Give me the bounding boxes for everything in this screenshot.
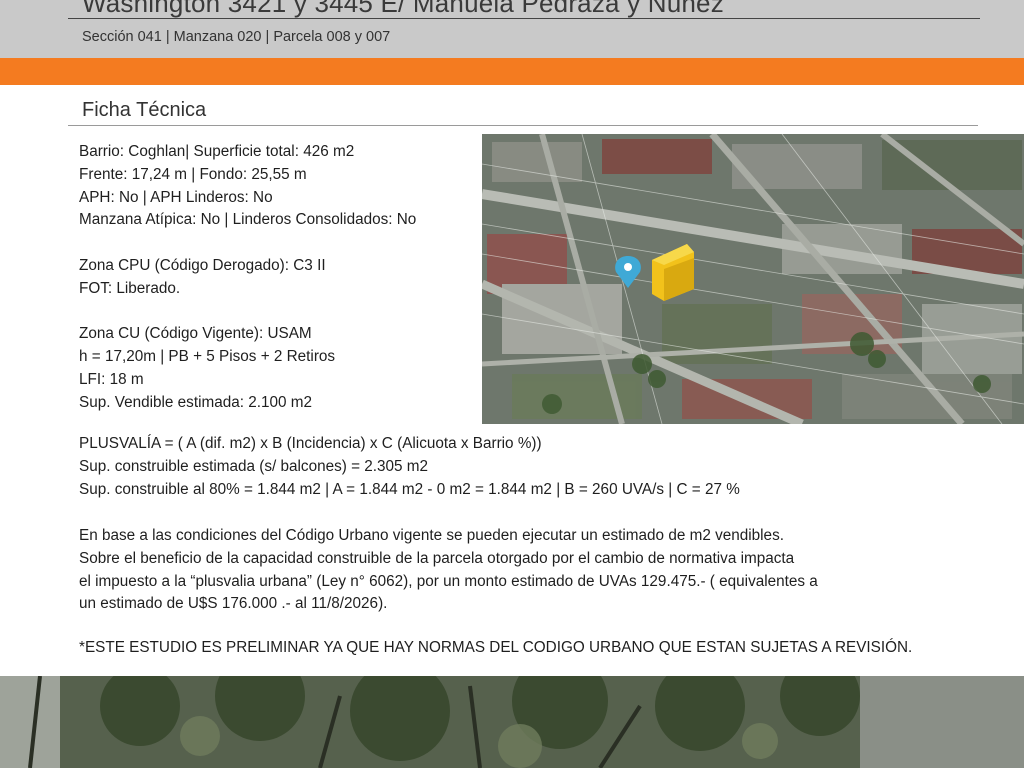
spec-line-zona-cu: Zona CU (Código Vigente): USAM <box>79 325 312 343</box>
section-divider <box>68 125 978 126</box>
spec-line-height: h = 17,20m | PB + 5 Pisos + 2 Retiros <box>79 348 336 366</box>
header-band: Washington 3421 y 3445 E/ Manuela Pedraz… <box>0 0 1024 58</box>
disclaimer-note: *ESTE ESTUDIO ES PRELIMINAR YA QUE HAY N… <box>79 639 913 656</box>
spec-line-sup-vendible: Sup. Vendible estimada: 2.100 m2 <box>79 393 313 411</box>
accent-bar <box>0 58 1024 85</box>
aerial-map-image <box>482 134 1024 424</box>
property-address: Washington 3421 y 3445 E/ Manuela Pedraz… <box>82 0 724 18</box>
plusvalia-calculation: Sup. construible al 80% = 1.844 m2 | A =… <box>79 480 740 498</box>
conclusion-line: el impuesto a la “plusvalia urbana” (Ley… <box>79 572 818 590</box>
street-photo <box>0 676 1024 768</box>
conclusion-paragraph: En base a las condiciones del Código Urb… <box>79 525 969 616</box>
spec-line-zona-cpu: Zona CPU (Código Derogado): C3 II <box>79 256 326 274</box>
plusvalia-block: PLUSVALÍA = ( A (dif. m2) x B (Incidenci… <box>79 433 969 501</box>
address-divider <box>68 18 980 19</box>
conclusion-line: En base a las condiciones del Código Urb… <box>79 527 784 544</box>
conclusion-line: Sobre el beneficio de la capacidad const… <box>79 549 795 567</box>
spec-line-lfi: LFI: 18 m <box>79 370 144 388</box>
plusvalia-sup-construible: Sup. construible estimada (s/ balcones) … <box>79 457 429 475</box>
spec-line-fot: FOT: Liberado. <box>79 279 181 297</box>
plusvalia-formula: PLUSVALÍA = ( A (dif. m2) x B (Incidenci… <box>79 435 542 452</box>
parcel-info: Sección 041 | Manzana 020 | Parcela 008 … <box>82 29 391 45</box>
spec-line-manzana: Manzana Atípica: No | Linderos Consolida… <box>79 211 417 229</box>
disclaimer-block: *ESTE ESTUDIO ES PRELIMINAR YA QUE HAY N… <box>79 637 969 660</box>
spec-line-frente: Frente: 17,24 m | Fondo: 25,55 m <box>79 165 307 183</box>
spec-line-barrio: Barrio: Coghlan| Superficie total: 426 m… <box>79 143 355 160</box>
spec-list: Barrio: Coghlan| Superficie total: 426 m… <box>79 141 479 415</box>
conclusion-line: un estimado de U$S 176.000 .- al 11/8/20… <box>79 595 388 613</box>
spec-line-aph: APH: No | APH Linderos: No <box>79 188 273 206</box>
section-title: Ficha Técnica <box>82 99 207 121</box>
